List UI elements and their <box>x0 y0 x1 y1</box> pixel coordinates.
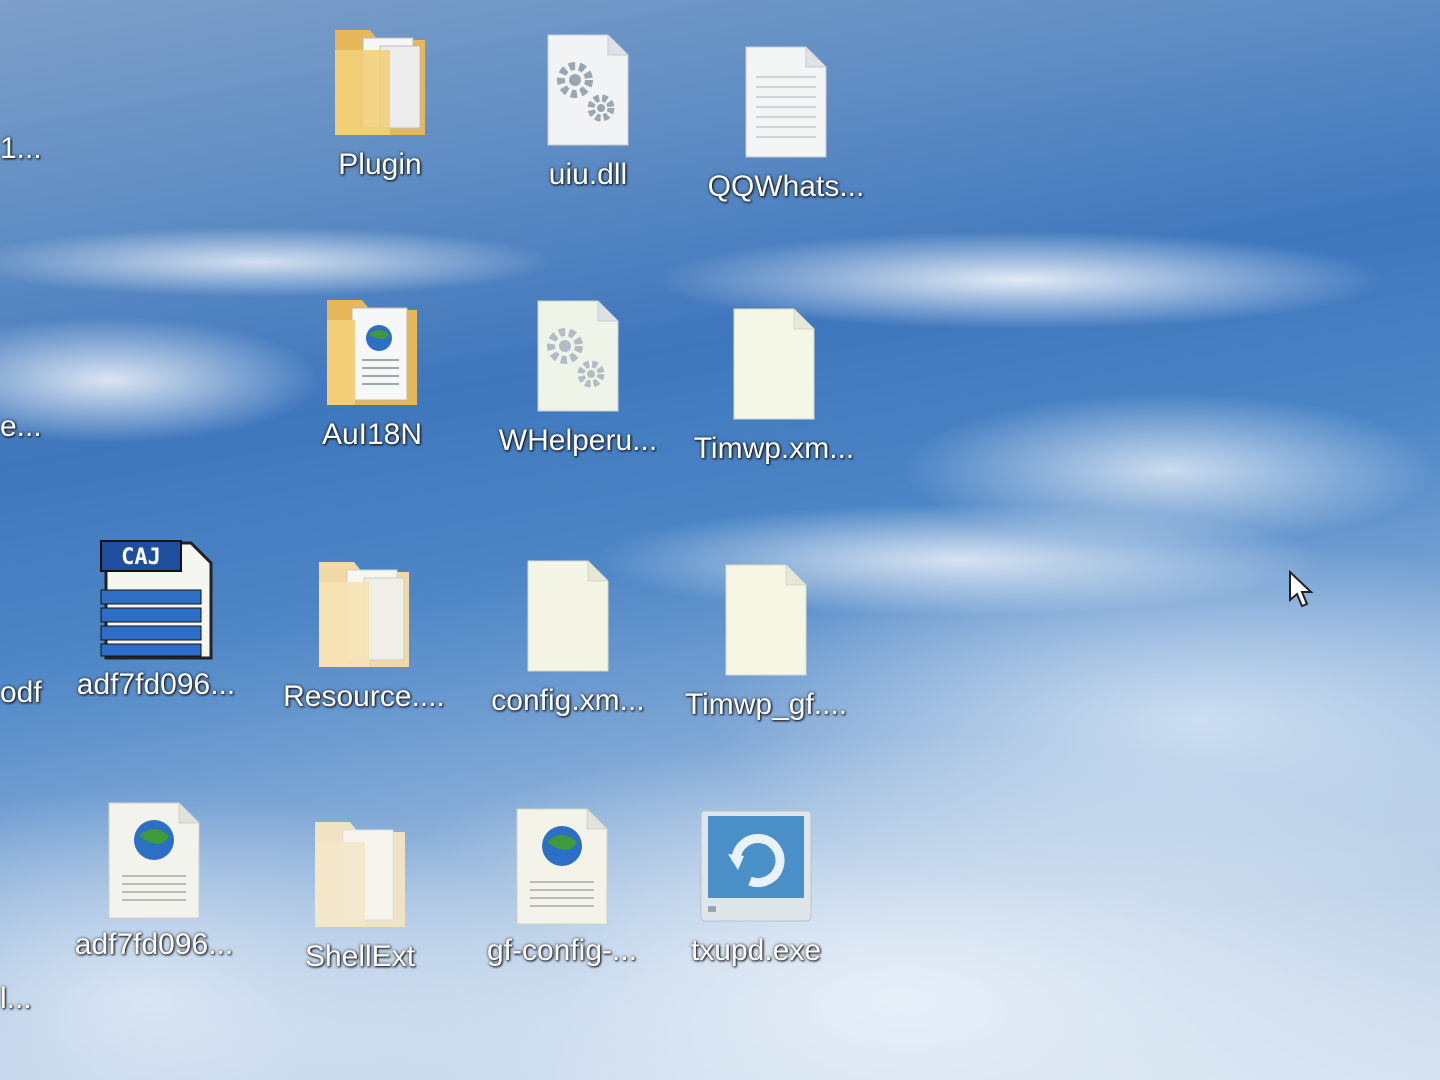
desktop-icon-plugin[interactable]: Plugin <box>280 20 480 230</box>
icon-label: Plugin <box>338 148 422 181</box>
blank-file-icon <box>508 556 628 676</box>
icon-label: config.xm... <box>491 684 645 717</box>
dll-gear-file-icon <box>518 296 638 416</box>
icon-label: txupd.exe <box>690 934 822 967</box>
icon-label: WHelperu... <box>498 424 658 457</box>
dll-gear-file-icon <box>528 30 648 150</box>
desktop-icon-adf7fd096-html[interactable]: adf7fd096... <box>54 800 254 1010</box>
icon-label: AuI18N <box>321 418 423 451</box>
icon-label: ShellExt <box>304 940 416 973</box>
desktop-icon-resource[interactable]: Resource.... <box>264 552 464 762</box>
folder-icon <box>304 552 424 672</box>
text-document-icon <box>726 42 846 162</box>
partial-icon-label-row1[interactable]: 1... <box>0 132 42 166</box>
icon-label: adf7fd096... <box>76 668 236 701</box>
desktop-icon-uiu-dll[interactable]: uiu.dll <box>488 30 688 240</box>
partial-icon-label-row4[interactable]: l... <box>0 982 32 1016</box>
desktop-icon-qqwhats[interactable]: QQWhats... <box>686 42 886 252</box>
mouse-pointer-icon <box>1289 570 1314 608</box>
folder-icon <box>300 812 420 932</box>
desktop-icon-gf-config[interactable]: gf-config-... <box>462 806 662 1016</box>
folder-html-icon <box>312 290 432 410</box>
html-document-icon <box>502 806 622 926</box>
updater-exe-icon <box>696 806 816 926</box>
icon-label: QQWhats... <box>707 170 865 203</box>
desktop-icon-adf7fd096-caj[interactable]: CAJ adf7fd096... <box>56 539 256 750</box>
desktop-icon-config-xml[interactable]: config.xm... <box>468 556 668 766</box>
blank-file-icon <box>706 560 826 680</box>
icon-label: adf7fd096... <box>74 928 234 961</box>
desktop-icon-timwp-xml[interactable]: Timwp.xm... <box>674 304 874 514</box>
svg-text:CAJ: CAJ <box>121 545 161 570</box>
icon-label: Timwp_gf.... <box>684 688 848 721</box>
html-document-icon <box>94 800 214 920</box>
desktop-icon-txupd-exe[interactable]: txupd.exe <box>656 806 856 1016</box>
icon-label: Timwp.xm... <box>693 432 855 465</box>
caj-document-icon: CAJ <box>96 539 216 660</box>
partial-icon-label-row2[interactable]: e... <box>0 410 42 444</box>
blank-file-icon <box>714 304 834 424</box>
desktop-icon-whelperu[interactable]: WHelperu... <box>478 296 678 506</box>
icon-label: gf-config-... <box>486 934 638 967</box>
folder-icon <box>320 20 440 140</box>
desktop-icon-shellext[interactable]: ShellExt <box>260 812 460 1022</box>
icon-label: Resource.... <box>283 680 445 713</box>
partial-icon-label-row3[interactable]: odf <box>0 676 42 710</box>
desktop-icon-timwp-gf[interactable]: Timwp_gf.... <box>666 560 866 770</box>
icon-label: uiu.dll <box>548 158 628 191</box>
desktop-icon-aui18n[interactable]: AuI18N <box>272 290 472 500</box>
